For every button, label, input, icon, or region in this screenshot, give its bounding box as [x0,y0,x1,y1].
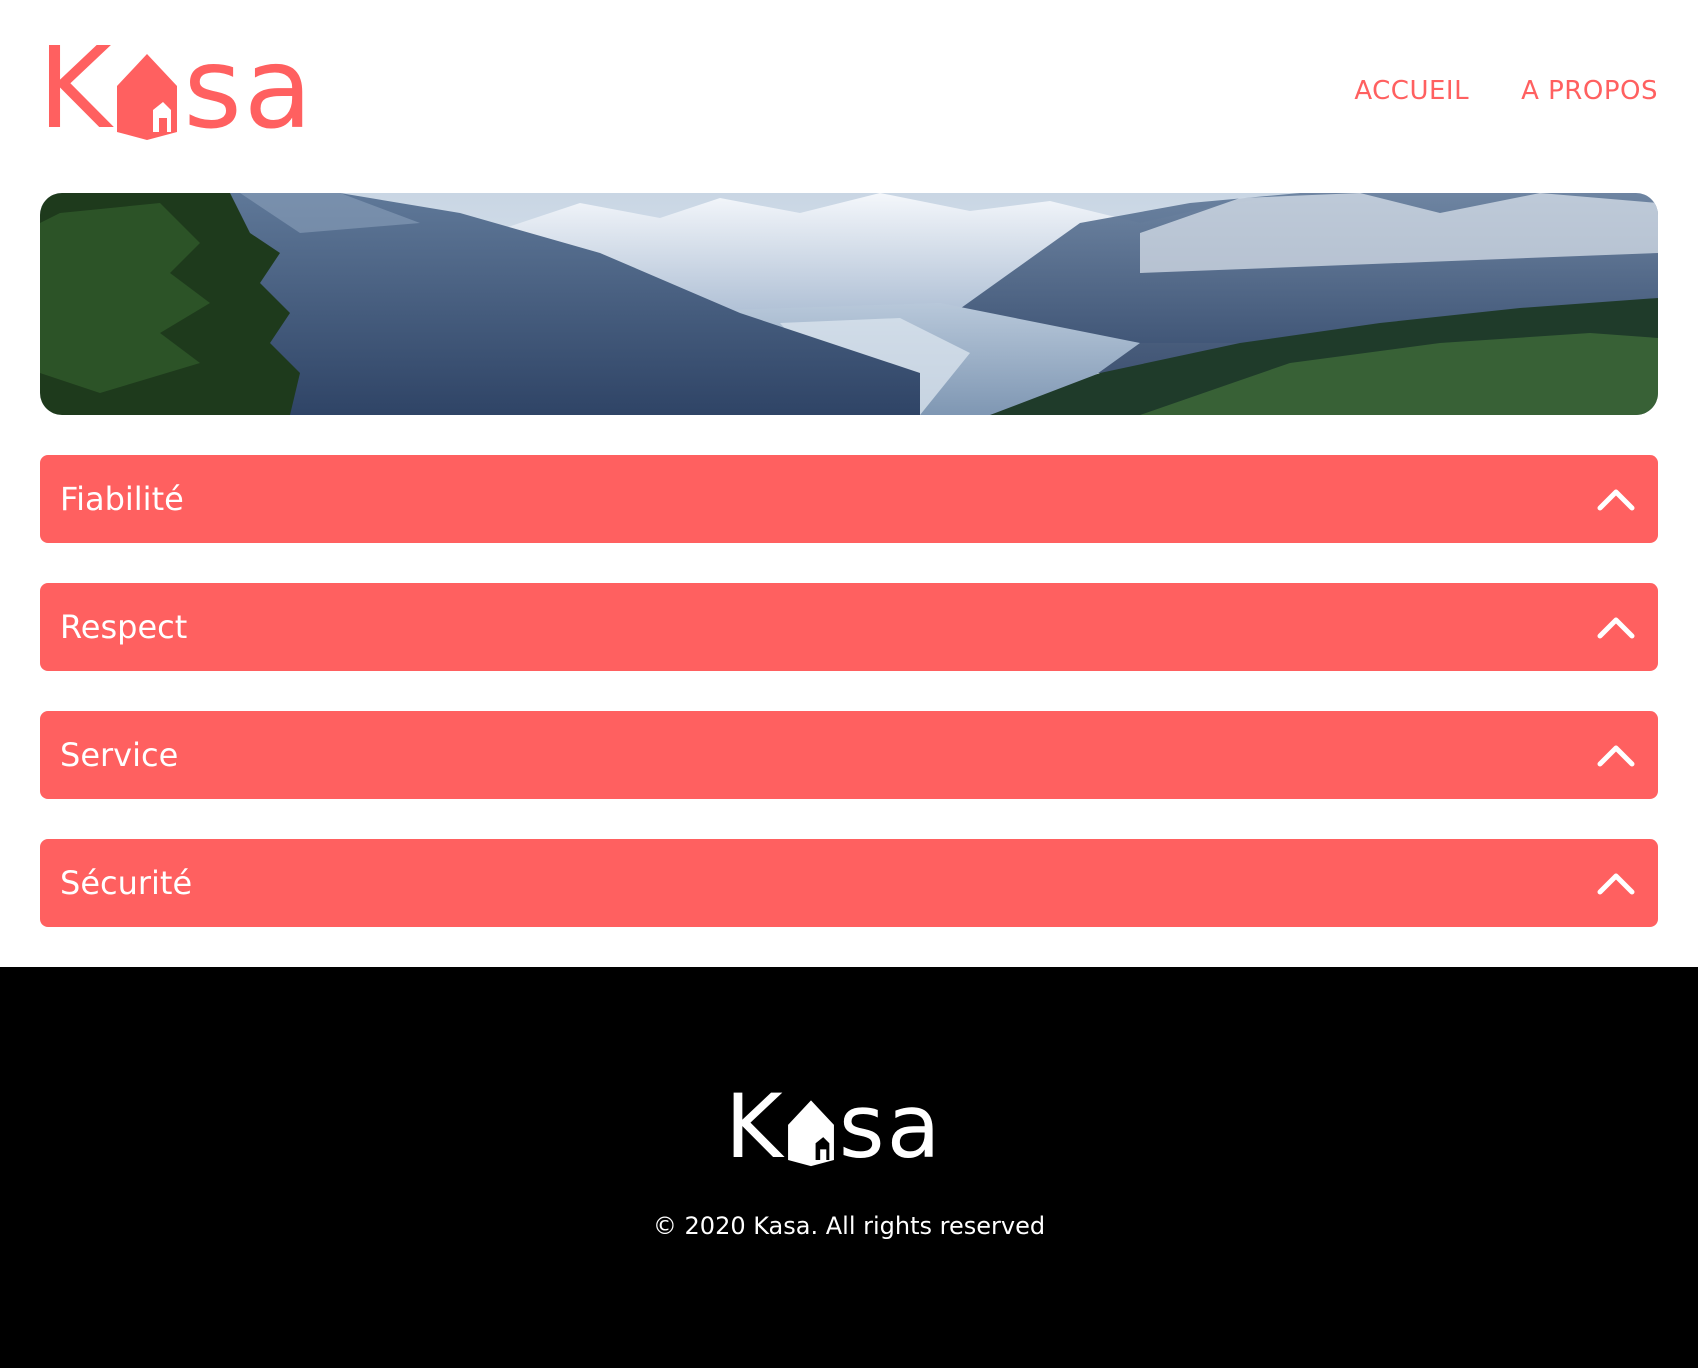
footer-kasa-logo: K sa [725,1075,943,1178]
chevron-up-icon[interactable] [1596,612,1636,642]
chevron-up-icon[interactable] [1596,868,1636,898]
main-nav: ACCUEIL A PROPOS [1354,76,1658,106]
mountain-landscape-image [40,193,1658,415]
logo-letters-sa: sa [838,1075,943,1178]
house-icon [117,54,178,140]
about-banner [40,193,1658,415]
collapse-securite[interactable]: Sécurité [40,839,1658,927]
collapse-title: Service [60,736,179,774]
logo-letters-sa: sa [183,24,315,154]
logo-letter-k: K [38,24,114,154]
chevron-up-icon[interactable] [1596,740,1636,770]
chevron-up-icon[interactable] [1596,484,1636,514]
house-icon [787,1100,834,1167]
copyright-text: © 2020 Kasa. All rights reserved [652,1212,1046,1240]
collapse-fiabilite[interactable]: Fiabilité [40,455,1658,543]
collapse-service[interactable]: Service [40,711,1658,799]
kasa-logo[interactable]: K sa [38,24,315,154]
collapse-title: Respect [60,608,188,646]
nav-link-accueil[interactable]: ACCUEIL [1354,76,1469,106]
collapse-respect[interactable]: Respect [40,583,1658,671]
site-header: K sa ACCUEIL A PROPOS [0,0,1698,180]
site-footer: K sa © 2020 Kasa. All rights reserved [0,967,1698,1368]
collapse-title: Fiabilité [60,480,184,518]
logo-letter-k: K [725,1075,785,1178]
nav-link-a-propos[interactable]: A PROPOS [1521,76,1658,106]
collapse-title: Sécurité [60,864,193,902]
